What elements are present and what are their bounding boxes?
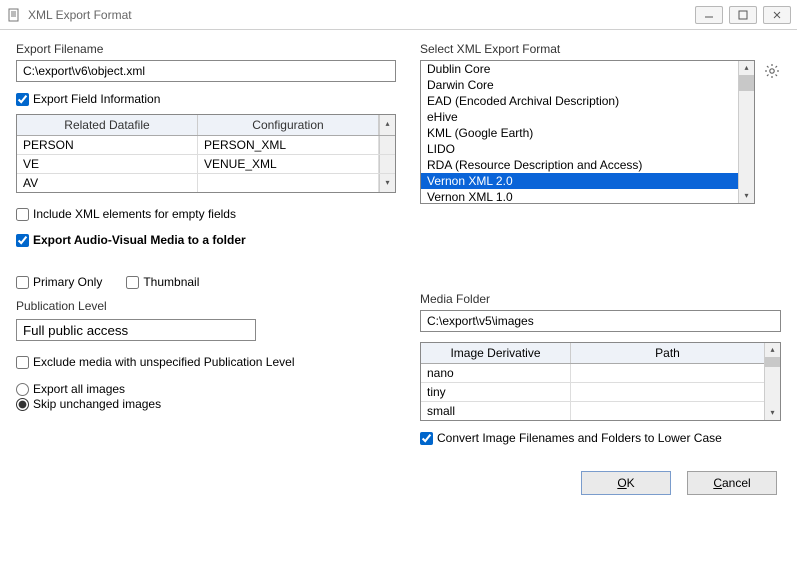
exclude-unspecified-input[interactable] [16, 356, 29, 369]
scroll-thumb[interactable] [739, 75, 754, 91]
table-row[interactable]: VE VENUE_XML [17, 155, 395, 174]
export-av-checkbox[interactable]: Export Audio-Visual Media to a folder [16, 233, 396, 247]
derivative-col-path[interactable]: Path [571, 343, 764, 363]
convert-lowercase-input[interactable] [420, 432, 433, 445]
format-item[interactable]: RDA (Resource Description and Access) [421, 157, 738, 173]
close-button[interactable] [763, 6, 791, 24]
format-listbox[interactable]: Dublin Core Darwin Core EAD (Encoded Arc… [420, 60, 755, 204]
select-format-label: Select XML Export Format [420, 42, 781, 56]
publication-level-input[interactable] [16, 319, 256, 341]
format-scrollbar[interactable]: ▴ ▾ [738, 61, 754, 203]
format-item[interactable]: Darwin Core [421, 77, 738, 93]
thumbnail-checkbox[interactable]: Thumbnail [126, 275, 199, 289]
document-icon [6, 7, 22, 23]
export-filename-label: Export Filename [16, 42, 396, 56]
publication-level-label: Publication Level [16, 299, 396, 313]
format-item[interactable]: LIDO [421, 141, 738, 157]
scroll-up-icon[interactable]: ▴ [739, 61, 754, 75]
table-row[interactable]: small [421, 402, 764, 420]
exclude-unspecified-label: Exclude media with unspecified Publicati… [33, 355, 295, 369]
export-av-label: Export Audio-Visual Media to a folder [33, 233, 246, 247]
scroll-down-icon[interactable]: ▾ [765, 406, 780, 420]
export-all-images-input[interactable] [16, 383, 29, 396]
format-item[interactable]: eHive [421, 109, 738, 125]
table-row[interactable]: tiny [421, 383, 764, 402]
scroll-down-icon[interactable]: ▾ [379, 174, 395, 192]
minimize-button[interactable] [695, 6, 723, 24]
skip-unchanged-label: Skip unchanged images [33, 397, 161, 411]
exclude-unspecified-checkbox[interactable]: Exclude media with unspecified Publicati… [16, 355, 396, 369]
datafile-table-header: Related Datafile Configuration ▴ [17, 115, 395, 136]
window-title: XML Export Format [28, 8, 695, 22]
cancel-button[interactable]: Cancel [687, 471, 777, 495]
ok-button[interactable]: OK [581, 471, 671, 495]
scroll-up-icon[interactable]: ▴ [765, 343, 780, 357]
include-empty-input[interactable] [16, 208, 29, 221]
primary-only-checkbox[interactable]: Primary Only [16, 275, 102, 289]
convert-lowercase-label: Convert Image Filenames and Folders to L… [437, 431, 722, 445]
format-item[interactable]: Vernon XML 1.0 [421, 189, 738, 203]
derivative-col-image[interactable]: Image Derivative [421, 343, 571, 363]
export-field-information-checkbox[interactable]: Export Field Information [16, 92, 396, 106]
include-empty-checkbox[interactable]: Include XML elements for empty fields [16, 207, 396, 221]
datafile-table: Related Datafile Configuration ▴ PERSON … [16, 114, 396, 193]
export-av-input[interactable] [16, 234, 29, 247]
export-field-information-label: Export Field Information [33, 92, 160, 106]
scroll-thumb[interactable] [765, 357, 780, 367]
skip-unchanged-radio[interactable]: Skip unchanged images [16, 397, 396, 411]
datafile-col-config[interactable]: Configuration [198, 115, 379, 135]
scroll-up-icon[interactable]: ▴ [379, 115, 395, 135]
format-item-selected[interactable]: Vernon XML 2.0 [421, 173, 738, 189]
primary-only-input[interactable] [16, 276, 29, 289]
table-row[interactable]: AV ▾ [17, 174, 395, 192]
media-folder-input[interactable] [420, 310, 781, 332]
table-row[interactable]: nano [421, 364, 764, 383]
thumbnail-label: Thumbnail [143, 275, 199, 289]
convert-lowercase-checkbox[interactable]: Convert Image Filenames and Folders to L… [420, 431, 781, 445]
export-filename-input[interactable] [16, 60, 396, 82]
format-item[interactable]: EAD (Encoded Archival Description) [421, 93, 738, 109]
export-all-images-label: Export all images [33, 382, 125, 396]
scroll-down-icon[interactable]: ▾ [739, 189, 754, 203]
table-row[interactable]: PERSON PERSON_XML [17, 136, 395, 155]
datafile-col-related[interactable]: Related Datafile [17, 115, 198, 135]
titlebar: XML Export Format [0, 0, 797, 30]
format-item[interactable]: KML (Google Earth) [421, 125, 738, 141]
gear-icon[interactable] [763, 62, 781, 80]
export-field-information-input[interactable] [16, 93, 29, 106]
derivative-table-header: Image Derivative Path [421, 343, 764, 364]
primary-only-label: Primary Only [33, 275, 102, 289]
media-folder-label: Media Folder [420, 292, 781, 306]
maximize-button[interactable] [729, 6, 757, 24]
derivative-scrollbar[interactable]: ▴ ▾ [764, 343, 780, 420]
skip-unchanged-input[interactable] [16, 398, 29, 411]
include-empty-label: Include XML elements for empty fields [33, 207, 236, 221]
thumbnail-input[interactable] [126, 276, 139, 289]
export-all-images-radio[interactable]: Export all images [16, 382, 396, 396]
format-item[interactable]: Dublin Core [421, 61, 738, 77]
derivative-table: Image Derivative Path nano tiny [420, 342, 781, 421]
